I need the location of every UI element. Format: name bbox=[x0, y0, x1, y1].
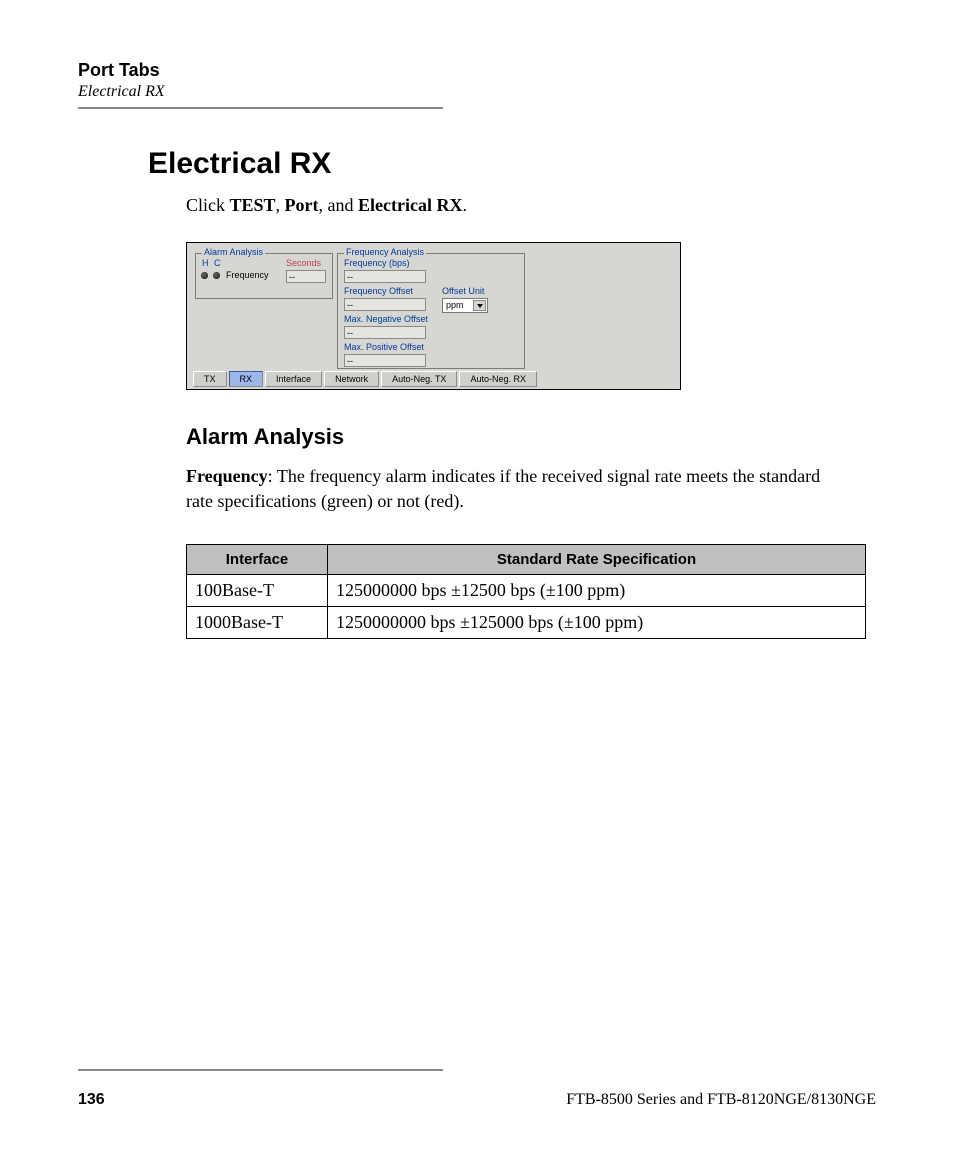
alarm-analysis-legend: Alarm Analysis bbox=[202, 247, 265, 257]
frequency-analysis-group: Frequency Analysis Frequency (bps) -- Fr… bbox=[337, 253, 525, 369]
page-title: Electrical RX bbox=[148, 147, 876, 181]
frequency-analysis-legend: Frequency Analysis bbox=[344, 247, 426, 257]
ui-screenshot-panel: Alarm Analysis H C Seconds Frequency -- … bbox=[186, 242, 681, 390]
seconds-label: Seconds bbox=[286, 258, 321, 268]
tab-interface[interactable]: Interface bbox=[265, 371, 322, 387]
tab-rx[interactable]: RX bbox=[229, 371, 264, 387]
frequency-offset-label: Frequency Offset bbox=[344, 286, 413, 296]
frequency-row-label: Frequency bbox=[226, 270, 269, 280]
footer-product: FTB-8500 Series and FTB-8120NGE/8130NGE bbox=[566, 1091, 876, 1109]
max-positive-offset-field[interactable]: -- bbox=[344, 354, 426, 367]
offset-unit-dropdown[interactable]: ppm bbox=[442, 298, 488, 313]
table-header-interface: Interface bbox=[187, 544, 328, 574]
intro-sep2: , and bbox=[319, 195, 359, 215]
frequency-term: Frequency bbox=[186, 466, 268, 486]
header-subsection-title: Electrical RX bbox=[78, 83, 876, 101]
page-number: 136 bbox=[78, 1091, 105, 1109]
max-negative-offset-label: Max. Negative Offset bbox=[344, 314, 428, 324]
intro-sep1: , bbox=[276, 195, 285, 215]
tab-auto-neg-tx[interactable]: Auto-Neg. TX bbox=[381, 371, 457, 387]
cell-spec-1: 1250000000 bps ±125000 bps (±100 ppm) bbox=[328, 606, 866, 638]
tab-auto-neg-rx[interactable]: Auto-Neg. RX bbox=[459, 371, 537, 387]
h-led-icon bbox=[201, 272, 208, 279]
alarm-analysis-heading: Alarm Analysis bbox=[186, 424, 876, 450]
table-header-spec: Standard Rate Specification bbox=[328, 544, 866, 574]
footer-divider bbox=[78, 1069, 443, 1071]
offset-unit-label: Offset Unit bbox=[442, 286, 484, 296]
frequency-definition: : The frequency alarm indicates if the r… bbox=[186, 466, 820, 511]
table-row: 1000Base-T 1250000000 bps ±125000 bps (±… bbox=[187, 606, 866, 638]
cell-spec-0: 125000000 bps ±12500 bps (±100 ppm) bbox=[328, 574, 866, 606]
header-section-title: Port Tabs bbox=[78, 60, 876, 81]
header-divider bbox=[78, 107, 443, 109]
tab-tx[interactable]: TX bbox=[193, 371, 227, 387]
c-column-label: C bbox=[214, 258, 221, 268]
tab-network[interactable]: Network bbox=[324, 371, 379, 387]
frequency-description: Frequency: The frequency alarm indicates… bbox=[186, 464, 826, 514]
chevron-down-icon bbox=[477, 304, 483, 308]
tab-strip: TX RX Interface Network Auto-Neg. TX Aut… bbox=[193, 371, 539, 387]
intro-paragraph: Click TEST, Port, and Electrical RX. bbox=[186, 195, 876, 216]
c-led-icon bbox=[213, 272, 220, 279]
table-row: 100Base-T 125000000 bps ±12500 bps (±100… bbox=[187, 574, 866, 606]
intro-electrical-rx: Electrical RX bbox=[358, 195, 462, 215]
frequency-bps-field[interactable]: -- bbox=[344, 270, 426, 283]
intro-port: Port bbox=[285, 195, 319, 215]
offset-unit-value: ppm bbox=[446, 300, 464, 310]
intro-test: TEST bbox=[230, 195, 276, 215]
intro-suffix: . bbox=[462, 195, 467, 215]
frequency-offset-field[interactable]: -- bbox=[344, 298, 426, 311]
alarm-analysis-group: Alarm Analysis H C Seconds Frequency -- bbox=[195, 253, 333, 299]
intro-prefix: Click bbox=[186, 195, 230, 215]
h-column-label: H bbox=[202, 258, 209, 268]
cell-interface-0: 100Base-T bbox=[187, 574, 328, 606]
max-negative-offset-field[interactable]: -- bbox=[344, 326, 426, 339]
frequency-seconds-field[interactable]: -- bbox=[286, 270, 326, 283]
frequency-bps-label: Frequency (bps) bbox=[344, 258, 410, 268]
rate-specification-table: Interface Standard Rate Specification 10… bbox=[186, 544, 866, 639]
cell-interface-1: 1000Base-T bbox=[187, 606, 328, 638]
max-positive-offset-label: Max. Positive Offset bbox=[344, 342, 424, 352]
